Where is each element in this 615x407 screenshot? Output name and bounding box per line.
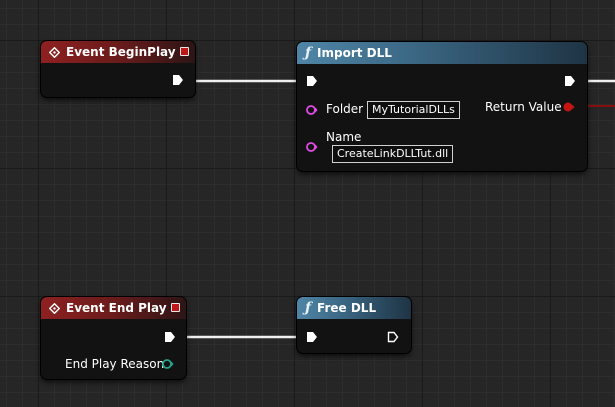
exec-out-pin-icon[interactable] bbox=[387, 331, 399, 343]
free-dll-title: Free DLL bbox=[317, 301, 377, 315]
exec-in-pin-icon[interactable] bbox=[306, 331, 318, 343]
free-dll-node[interactable]: ƒ Free DLL bbox=[297, 297, 411, 353]
event-replication-indicator bbox=[171, 303, 180, 312]
folder-label: Folder bbox=[326, 102, 364, 116]
event-endplay-title: Event End Play bbox=[66, 301, 167, 315]
exec-in-pin-icon[interactable] bbox=[306, 75, 318, 87]
name-string-pin-icon[interactable] bbox=[306, 141, 318, 153]
import-dll-node[interactable]: ƒ Import DLL Folder MyTutorialDLLs Name … bbox=[297, 42, 587, 171]
return-value-label: Return Value bbox=[485, 100, 562, 114]
exec-out-pin-icon[interactable] bbox=[164, 331, 176, 343]
event-replication-indicator bbox=[180, 47, 189, 56]
function-f-icon: ƒ bbox=[305, 300, 312, 316]
event-diamond-icon bbox=[49, 46, 60, 58]
import-dll-title: Import DLL bbox=[317, 46, 392, 60]
exec-out-pin-icon[interactable] bbox=[564, 75, 576, 87]
end-play-reason-label: End Play Reason bbox=[65, 357, 165, 371]
name-input[interactable]: CreateLinkDLLTut.dll bbox=[332, 145, 454, 163]
function-f-icon: ƒ bbox=[305, 45, 312, 61]
return-value-pin-icon[interactable] bbox=[563, 101, 575, 113]
exec-out-pin-icon[interactable] bbox=[172, 74, 184, 86]
name-label: Name bbox=[326, 130, 362, 144]
event-beginplay-node[interactable]: Event BeginPlay bbox=[41, 41, 195, 97]
event-beginplay-header[interactable]: Event BeginPlay bbox=[41, 41, 195, 63]
event-diamond-icon bbox=[49, 302, 60, 314]
import-dll-header[interactable]: ƒ Import DLL bbox=[297, 42, 587, 64]
folder-string-pin-icon[interactable] bbox=[306, 104, 318, 116]
free-dll-header[interactable]: ƒ Free DLL bbox=[297, 297, 411, 319]
folder-input[interactable]: MyTutorialDLLs bbox=[367, 101, 460, 119]
event-endplay-node[interactable]: Event End Play End Play Reason bbox=[41, 297, 186, 379]
event-beginplay-title: Event BeginPlay bbox=[66, 45, 176, 59]
event-endplay-header[interactable]: Event End Play bbox=[41, 297, 186, 319]
end-play-reason-pin-icon[interactable] bbox=[162, 358, 174, 370]
